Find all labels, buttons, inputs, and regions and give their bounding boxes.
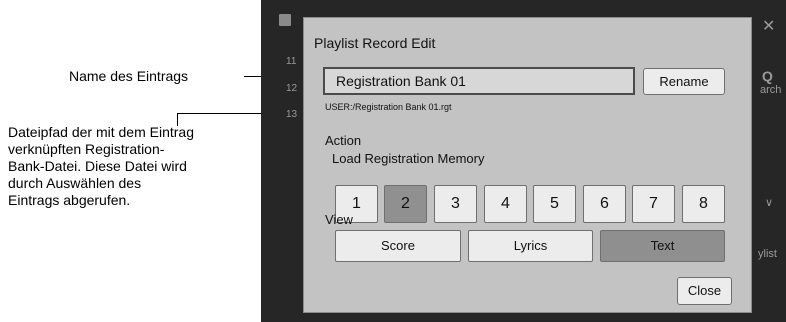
close-button[interactable]: Close (677, 277, 732, 305)
file-path-annotation: Dateipfad der mit dem Eintrag verknüpfte… (8, 124, 194, 209)
annotation-line-4: durch Auswählen des (8, 175, 142, 191)
bg-search-icon: Q (762, 68, 773, 84)
load-registration-memory-label: Load Registration Memory (332, 151, 485, 166)
annotation-line-5: Eintrags abgerufen. (8, 192, 131, 208)
action-label: Action (325, 133, 362, 148)
memory-button-4[interactable]: 4 (484, 185, 527, 223)
memory-button-2[interactable]: 2 (384, 185, 427, 223)
annotation-line-1: Dateipfad der mit dem Eintrag (8, 124, 194, 140)
annotation-line-3: Bank-Datei. Diese Datei wird (8, 158, 187, 174)
bg-list-number: 12 (286, 83, 298, 94)
bg-search-label: arch (760, 84, 782, 96)
app-icon (279, 14, 291, 26)
view-text-button[interactable]: Text (600, 230, 725, 262)
bg-list-number: 11 (286, 56, 297, 67)
memory-button-6[interactable]: 6 (583, 185, 626, 223)
file-path-leader-vertical (177, 113, 178, 126)
bg-playlist-label: ylist (758, 248, 777, 260)
memory-button-3[interactable]: 3 (434, 185, 477, 223)
bg-list-number: 13 (286, 109, 298, 120)
bg-chevron-icon: ∨ (765, 197, 774, 209)
entry-name-field[interactable]: Registration Bank 01 (323, 67, 635, 95)
rename-button[interactable]: Rename (643, 68, 725, 95)
view-lyrics-button[interactable]: Lyrics (468, 230, 593, 262)
memory-button-7[interactable]: 7 (632, 185, 675, 223)
dialog-title: Playlist Record Edit (314, 35, 436, 51)
bg-close-icon: ✕ (762, 18, 776, 35)
view-score-button[interactable]: Score (335, 230, 461, 262)
file-path: USER:/Registration Bank 01.rgt (325, 102, 452, 112)
playlist-record-edit-dialog: Playlist Record Edit Registration Bank 0… (303, 17, 752, 313)
annotation-line-2: verknüpften Registration- (8, 141, 165, 157)
memory-button-5[interactable]: 5 (533, 185, 576, 223)
entry-name-annotation: Name des Eintrags (69, 68, 189, 84)
memory-button-8[interactable]: 8 (682, 185, 725, 223)
view-label: View (325, 212, 353, 227)
